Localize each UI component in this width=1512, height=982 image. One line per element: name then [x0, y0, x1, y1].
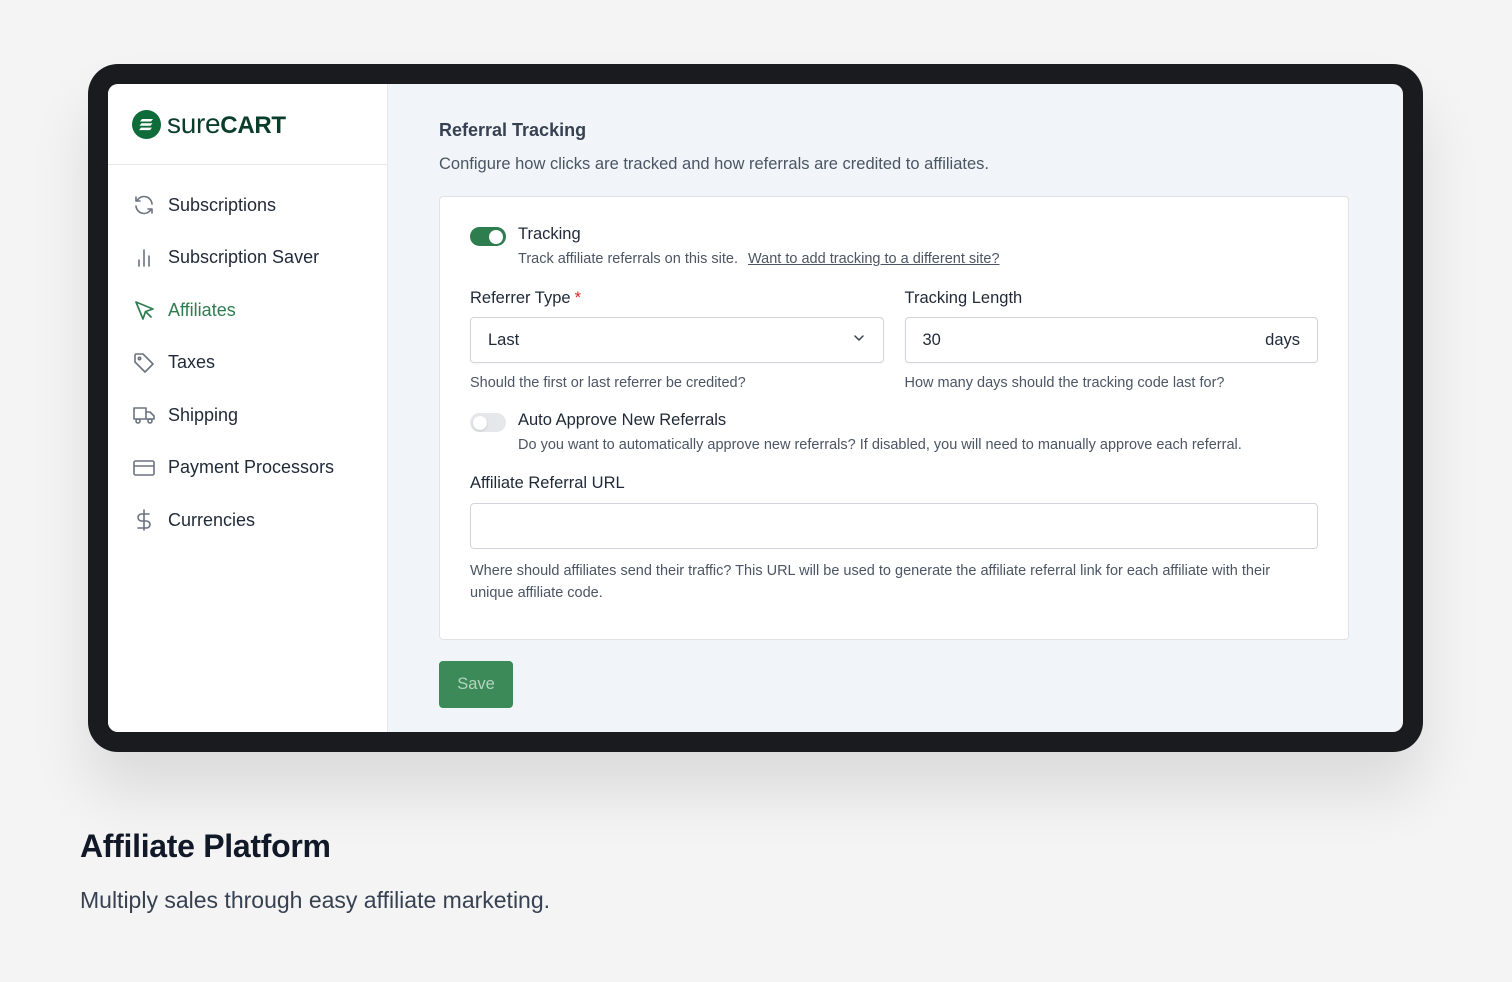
page-title: Referral Tracking: [439, 120, 587, 140]
referrer-type-select[interactable]: Last: [470, 317, 884, 363]
tracking-fields: Referrer Type * Last Should the first or …: [470, 289, 1318, 391]
surecart-logo-icon: [132, 109, 161, 139]
auto-approve-help: Do you want to automatically approve new…: [518, 437, 1242, 453]
sidebar-item-subscriptions[interactable]: Subscriptions: [108, 179, 387, 232]
sidebar-item-label: Affiliates: [168, 299, 236, 320]
referrer-type-help: Should the first or last referrer be cre…: [470, 375, 746, 391]
sidebar-item-affiliates[interactable]: Affiliates: [108, 284, 387, 337]
tracking-length-suffix: days: [1265, 330, 1300, 349]
sidebar: sureCART Subscriptions Subscription Save…: [108, 84, 388, 732]
tracking-toggle[interactable]: [470, 227, 506, 246]
tracking-length-field: Tracking Length 30 days How many days sh…: [904, 289, 1318, 391]
tracking-label: Tracking: [518, 225, 581, 243]
cursor-click-icon: [132, 298, 156, 322]
feature-caption: Affiliate Platform Multiply sales throug…: [80, 828, 550, 914]
toggle-knob: [489, 229, 503, 244]
referrer-type-label-text: Referrer Type: [470, 289, 571, 307]
truck-icon: [132, 403, 156, 427]
page-subtitle: Configure how clicks are tracked and how…: [439, 155, 989, 173]
toggle-knob: [473, 415, 487, 430]
tracking-setting: Tracking Track affiliate referrals on th…: [470, 225, 1318, 267]
different-site-link[interactable]: Want to add tracking to a different site…: [748, 251, 999, 267]
app-window: sureCART Subscriptions Subscription Save…: [108, 84, 1403, 732]
device-frame: sureCART Subscriptions Subscription Save…: [88, 64, 1423, 752]
referrer-type-value: Last: [488, 330, 520, 349]
save-button[interactable]: Save: [439, 661, 513, 708]
referral-url-input[interactable]: [470, 503, 1318, 549]
logo-text: sureCART: [167, 108, 286, 140]
referrer-type-field: Referrer Type * Last Should the first or …: [470, 289, 884, 391]
bar-chart-icon: [132, 246, 156, 270]
referrer-type-label: Referrer Type *: [470, 289, 884, 308]
tracking-length-label: Tracking Length: [904, 289, 1023, 307]
dollar-icon: [132, 508, 156, 532]
sidebar-item-label: Shipping: [168, 404, 239, 425]
tracking-help: Track affiliate referrals on this site. …: [518, 251, 1000, 267]
required-mark: *: [574, 289, 581, 307]
sidebar-item-shipping[interactable]: Shipping: [108, 389, 387, 442]
tracking-length-help: How many days should the tracking code l…: [904, 375, 1225, 391]
sidebar-item-label: Taxes: [168, 352, 216, 373]
auto-approve-toggle[interactable]: [470, 413, 506, 432]
sidebar-item-label: Subscriptions: [168, 194, 277, 215]
sidebar-item-label: Payment Processors: [168, 457, 335, 478]
sidebar-item-taxes[interactable]: Taxes: [108, 337, 387, 390]
sidebar-nav: Subscriptions Subscription Saver Affilia…: [108, 165, 387, 547]
logo-text-light: sure: [167, 108, 221, 139]
caption-subtitle: Multiply sales through easy affiliate ma…: [80, 887, 551, 913]
settings-card: Tracking Track affiliate referrals on th…: [439, 196, 1349, 640]
sidebar-item-label: Subscription Saver: [168, 247, 320, 268]
referral-url-label: Affiliate Referral URL: [470, 474, 625, 492]
logo-text-bold: CART: [220, 112, 286, 139]
auto-approve-label: Auto Approve New Referrals: [518, 411, 727, 429]
refresh-icon: [132, 193, 156, 217]
main-content: Referral Tracking Configure how clicks a…: [388, 84, 1403, 732]
tracking-length-input[interactable]: 30 days: [904, 317, 1318, 363]
caption-title: Affiliate Platform: [80, 828, 331, 864]
credit-card-icon: [132, 456, 156, 480]
logo[interactable]: sureCART: [108, 84, 387, 165]
sidebar-item-label: Currencies: [168, 509, 256, 530]
tracking-length-value: 30: [922, 330, 941, 349]
chevron-down-icon: [852, 331, 866, 350]
auto-approve-setting: Auto Approve New Referrals Do you want t…: [470, 411, 1318, 453]
sidebar-item-currencies[interactable]: Currencies: [108, 494, 387, 547]
sidebar-item-payment-processors[interactable]: Payment Processors: [108, 442, 387, 495]
referral-url-help: Where should affiliates send their traff…: [470, 563, 1271, 601]
tracking-help-text: Track affiliate referrals on this site.: [518, 251, 738, 267]
sidebar-item-subscription-saver[interactable]: Subscription Saver: [108, 232, 387, 285]
tag-icon: [132, 351, 156, 375]
